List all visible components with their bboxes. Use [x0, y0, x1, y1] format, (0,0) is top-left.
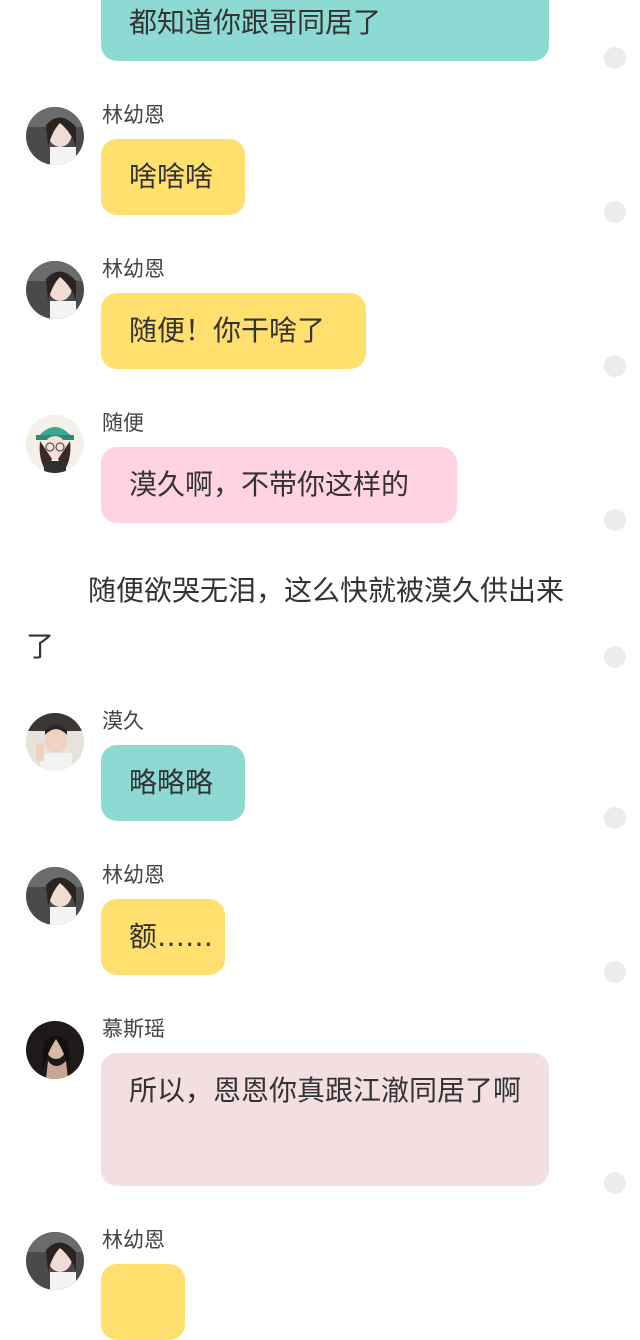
- avatar[interactable]: [26, 1021, 84, 1079]
- message-bubble: 啥啥啥: [101, 139, 245, 215]
- sender-name: 林幼恩: [102, 103, 165, 127]
- avatar[interactable]: [26, 867, 84, 925]
- read-dot: [604, 355, 626, 377]
- avatar-boy-icon: [26, 713, 84, 771]
- read-dot: [604, 509, 626, 531]
- message-bubble: 随便！你干啥了: [101, 293, 366, 369]
- message-bubble: 额……: [101, 899, 225, 975]
- read-dot: [604, 1172, 626, 1194]
- avatar-girl-icon: [26, 867, 84, 925]
- sender-name: 林幼恩: [102, 1228, 165, 1252]
- sender-name: 林幼恩: [102, 863, 165, 887]
- avatar-dark-girl-icon: [26, 1021, 84, 1079]
- avatar-girl-icon: [26, 107, 84, 165]
- avatar-girl-icon: [26, 261, 84, 319]
- avatar[interactable]: [26, 261, 84, 319]
- read-dot: [604, 646, 626, 668]
- avatar[interactable]: [26, 1232, 84, 1290]
- read-dot: [604, 201, 626, 223]
- sender-name: 林幼恩: [102, 257, 165, 281]
- avatar[interactable]: [26, 415, 84, 473]
- narration-text: 随便欲哭无泪，这么快就被漠久供出来了: [26, 574, 565, 663]
- sender-name: 随便: [102, 411, 144, 435]
- read-dot: [604, 47, 626, 69]
- message-bubble: 所以，恩恩你真跟江澈同居了啊: [101, 1053, 549, 1186]
- message-bubble: [101, 1264, 185, 1340]
- avatar[interactable]: [26, 713, 84, 771]
- read-dot: [604, 961, 626, 983]
- read-dot: [604, 807, 626, 829]
- avatar-girl-icon: [26, 1232, 84, 1290]
- message-bubble: 都知道你跟哥同居了: [101, 0, 549, 61]
- message-bubble: 漠久啊，不带你这样的: [101, 447, 457, 523]
- sender-name: 慕斯瑶: [102, 1017, 165, 1041]
- message-bubble: 略略略: [101, 745, 245, 821]
- avatar[interactable]: [26, 107, 84, 165]
- sender-name: 漠久: [102, 709, 144, 733]
- avatar-cap-girl-icon: [26, 415, 84, 473]
